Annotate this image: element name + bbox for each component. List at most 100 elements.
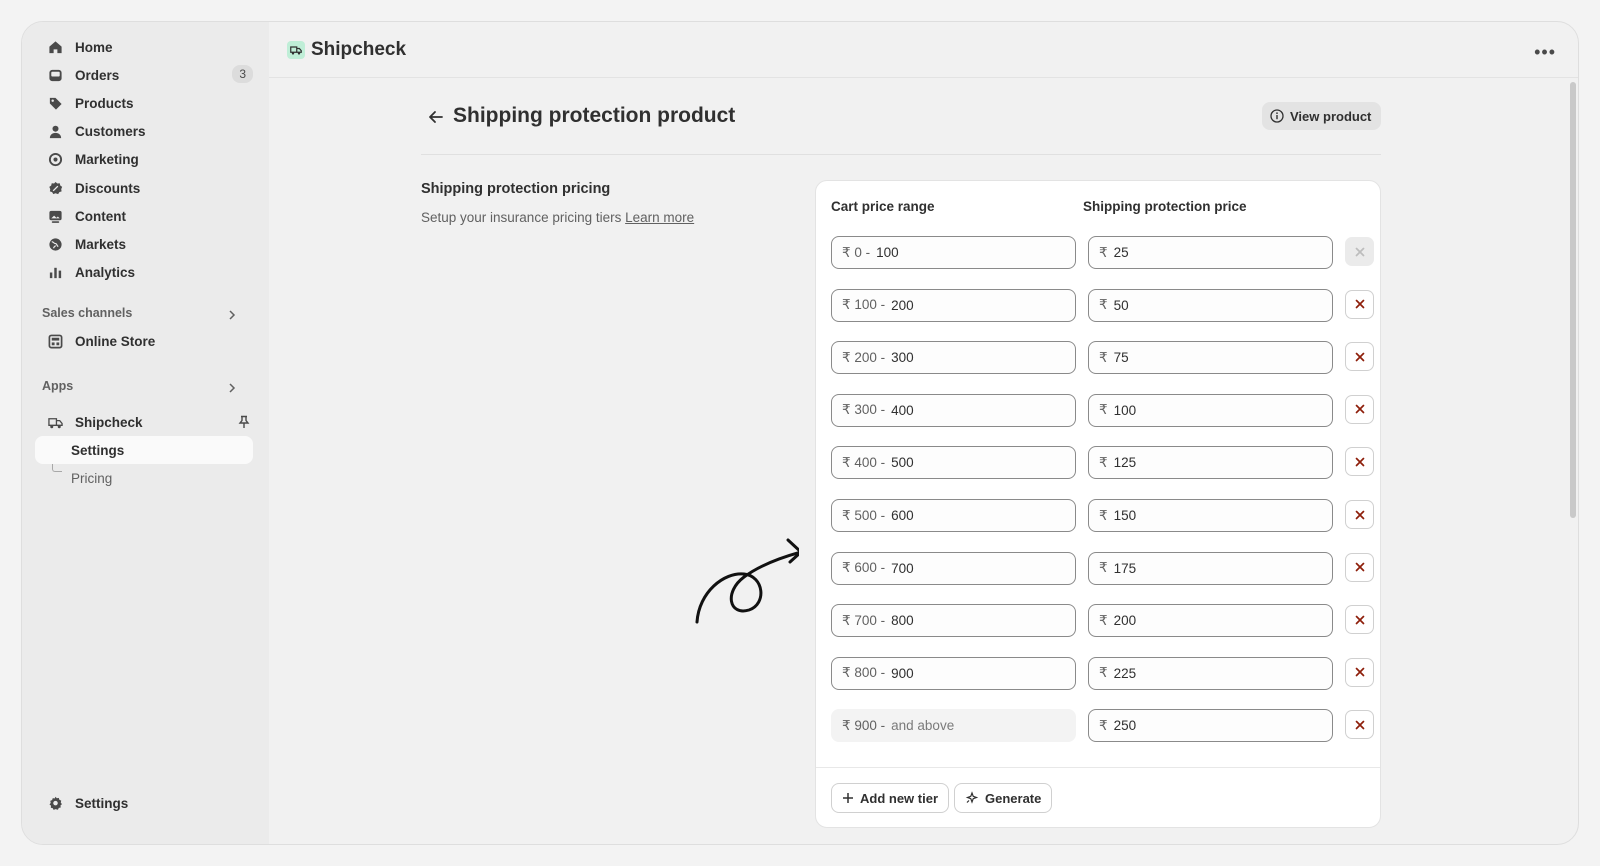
cart-range-field[interactable]: ₹ 200 - 300	[831, 341, 1076, 375]
sidebar-item-label: Orders	[75, 67, 120, 83]
sidebar-item-markets[interactable]: Markets	[35, 230, 257, 258]
range-upper-value: 200	[891, 297, 914, 313]
sidebar-subitem-pricing[interactable]: Pricing	[35, 464, 253, 492]
range-upper-value: 700	[891, 560, 914, 576]
sidebar-item-customers[interactable]: Customers	[35, 117, 257, 145]
back-arrow-icon[interactable]	[426, 107, 446, 127]
close-icon	[1355, 667, 1364, 677]
sidebar-item-label: Home	[75, 39, 113, 55]
close-icon	[1355, 562, 1364, 572]
sidebar-item-marketing[interactable]: Marketing	[35, 145, 257, 173]
protection-price-field[interactable]: ₹ 100	[1088, 393, 1333, 427]
delete-tier-button[interactable]	[1345, 289, 1374, 319]
pin-icon[interactable]	[237, 415, 251, 429]
cart-range-field[interactable]: ₹ 500 - 600	[831, 499, 1076, 532]
shipcheck-logo-icon	[287, 41, 305, 59]
tier-row: ₹ 900 - and above ₹ 250	[831, 709, 1374, 743]
sidebar: Home Orders 3 Products Customers Marketi…	[22, 22, 269, 844]
cart-range-field[interactable]: ₹ 0 - 100	[831, 236, 1076, 269]
bar-chart-icon	[47, 264, 63, 280]
sidebar-item-settings[interactable]: Settings	[35, 789, 257, 817]
cart-range-field[interactable]: ₹ 800 - 900	[831, 656, 1076, 690]
protection-price-field[interactable]: ₹ 175	[1088, 551, 1333, 585]
delete-tier-button[interactable]	[1345, 657, 1374, 687]
scrollbar[interactable]	[1570, 82, 1576, 518]
tier-row: ₹ 100 - 200 ₹ 50	[831, 288, 1374, 322]
sidebar-item-content[interactable]: Content	[35, 202, 257, 230]
range-prefix: ₹ 800 -	[842, 665, 886, 681]
sidebar-item-shipcheck[interactable]: Shipcheck	[35, 408, 257, 436]
sidebar-item-label: Content	[75, 208, 126, 224]
tier-row: ₹ 800 - 900 ₹ 225	[831, 656, 1374, 690]
currency-prefix: ₹	[1099, 717, 1108, 733]
sidebar-item-label: Pricing	[71, 470, 113, 486]
sidebar-item-label: Settings	[75, 795, 129, 811]
sidebar-item-online-store[interactable]: Online Store	[35, 327, 257, 355]
protection-price-field[interactable]: ₹ 225	[1088, 656, 1333, 690]
cart-range-field[interactable]: ₹ 100 - 200	[831, 288, 1076, 322]
price-value: 75	[1113, 350, 1129, 366]
cart-range-field[interactable]: ₹ 400 - 500	[831, 446, 1076, 480]
person-icon	[47, 123, 63, 139]
generate-button[interactable]: Generate	[954, 783, 1053, 813]
main-content: Shipcheck ••• Shipping protection produc…	[269, 22, 1578, 844]
chevron-right-icon[interactable]	[226, 309, 238, 321]
delete-tier-button[interactable]	[1345, 447, 1374, 477]
protection-price-field[interactable]: ₹ 25	[1088, 236, 1333, 269]
range-prefix: ₹ 900 -	[842, 717, 886, 733]
protection-price-field[interactable]: ₹ 50	[1088, 288, 1333, 322]
protection-price-field[interactable]: ₹ 250	[1088, 709, 1333, 743]
orders-count-badge: 3	[232, 65, 253, 83]
close-icon	[1355, 352, 1364, 362]
globe-icon	[47, 236, 63, 252]
admin-window: Home Orders 3 Products Customers Marketi…	[21, 21, 1579, 845]
protection-price-field[interactable]: ₹ 75	[1088, 341, 1333, 375]
plus-icon	[843, 793, 853, 803]
sidebar-item-label: Shipcheck	[75, 414, 143, 430]
generate-label: Generate	[985, 790, 1042, 806]
range-prefix: ₹ 0 -	[842, 244, 871, 260]
currency-prefix: ₹	[1099, 454, 1108, 470]
sales-channels-label: Sales channels	[42, 306, 133, 320]
range-upper-value: 900	[891, 665, 914, 681]
sidebar-item-products[interactable]: Products	[35, 89, 257, 117]
delete-tier-button[interactable]	[1345, 605, 1374, 635]
currency-prefix: ₹	[1099, 297, 1108, 313]
delete-tier-button[interactable]	[1345, 710, 1374, 740]
section-description: Setup your insurance pricing tiers Learn…	[421, 210, 694, 225]
sidebar-item-label: Products	[75, 95, 134, 111]
sidebar-item-orders[interactable]: Orders 3	[35, 61, 257, 89]
currency-prefix: ₹	[1099, 507, 1108, 523]
delete-tier-button[interactable]	[1345, 552, 1374, 582]
tag-icon	[47, 95, 63, 111]
sidebar-item-home[interactable]: Home	[35, 33, 257, 61]
more-actions-icon[interactable]: •••	[1534, 42, 1556, 63]
sidebar-item-analytics[interactable]: Analytics	[35, 258, 257, 286]
sidebar-item-discounts[interactable]: Discounts	[35, 174, 257, 202]
protection-price-field[interactable]: ₹ 200	[1088, 604, 1333, 638]
view-product-button[interactable]: View product	[1262, 102, 1382, 130]
section-title: Shipping protection pricing	[421, 181, 611, 197]
protection-price-field[interactable]: ₹ 125	[1088, 446, 1333, 480]
chevron-right-icon[interactable]	[226, 382, 238, 394]
cart-range-field[interactable]: ₹ 600 - 700	[831, 551, 1076, 585]
delete-tier-button[interactable]	[1345, 500, 1374, 529]
sidebar-item-label: Settings	[71, 442, 125, 458]
learn-more-link[interactable]: Learn more	[625, 210, 694, 225]
add-new-tier-button[interactable]: Add new tier	[831, 783, 950, 813]
tier-row: ₹ 500 - 600 ₹ 150	[831, 499, 1374, 532]
sidebar-subitem-settings[interactable]: Settings	[35, 436, 253, 464]
section-description-text: Setup your insurance pricing tiers	[421, 210, 622, 225]
column-header-range: Cart price range	[831, 199, 935, 214]
delete-tier-button[interactable]	[1345, 394, 1374, 424]
delete-tier-button[interactable]	[1345, 342, 1374, 372]
protection-price-field[interactable]: ₹ 150	[1088, 499, 1333, 532]
cart-range-field[interactable]: ₹ 700 - 800	[831, 604, 1076, 638]
price-value: 200	[1113, 613, 1137, 629]
cart-range-field[interactable]: ₹ 300 - 400	[831, 393, 1076, 427]
delete-tier-button[interactable]	[1345, 237, 1374, 266]
inbox-icon	[47, 67, 63, 83]
close-icon	[1355, 457, 1364, 467]
cart-range-field: ₹ 900 - and above	[831, 709, 1076, 743]
close-icon	[1355, 720, 1364, 730]
